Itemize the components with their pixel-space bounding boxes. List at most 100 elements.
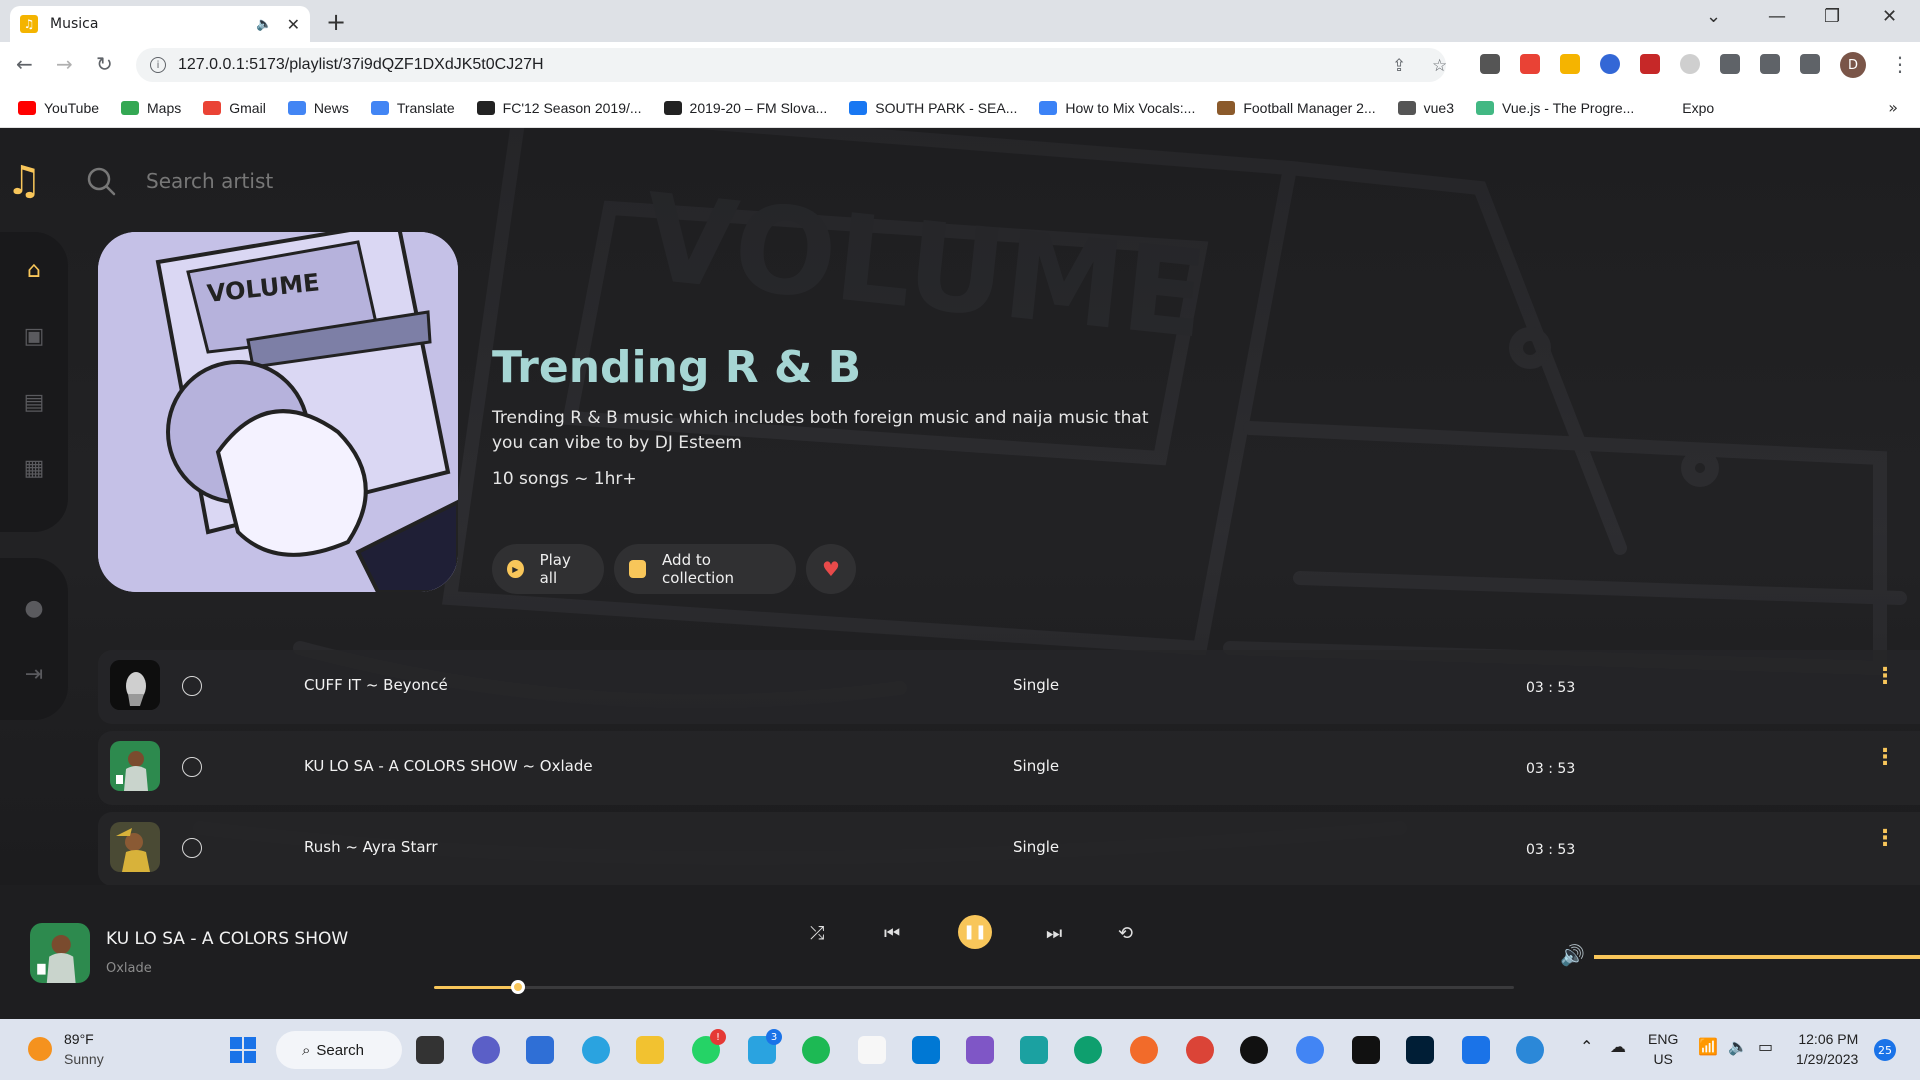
browser-menu-icon[interactable]: ⋮ xyxy=(1890,52,1910,76)
minimize-icon[interactable]: — xyxy=(1768,6,1786,27)
radio-icon[interactable]: ▤ xyxy=(20,388,48,416)
share-icon[interactable]: ⇪ xyxy=(1392,56,1406,76)
volume-slider[interactable] xyxy=(1594,955,1920,959)
photoshop-icon[interactable] xyxy=(1406,1036,1434,1064)
add-to-collection-button[interactable]: Add to collection xyxy=(614,544,796,594)
musica-logo-icon[interactable]: ♫ xyxy=(6,158,42,204)
bookmark-football-manager[interactable]: Football Manager 2... xyxy=(1217,100,1376,116)
eyedropper-extension-icon[interactable] xyxy=(1480,54,1500,74)
terminal-icon[interactable] xyxy=(1352,1036,1380,1064)
address-bar[interactable]: i 127.0.0.1:5173/playlist/37i9dQZF1DXdJK… xyxy=(136,48,1446,82)
bookmark-fm-slova[interactable]: 2019-20 – FM Slova... xyxy=(663,100,827,116)
bookmarks-overflow-icon[interactable]: » xyxy=(1888,98,1898,117)
teams-chat-icon[interactable] xyxy=(472,1036,500,1064)
bookmark-expo[interactable]: Expo xyxy=(1656,100,1714,116)
like-track-icon[interactable] xyxy=(182,757,202,777)
shuffle-icon[interactable]: ⤮ xyxy=(810,923,824,944)
repeat-icon[interactable]: ⟲ xyxy=(1118,923,1133,944)
logout-icon[interactable]: ⇥ xyxy=(20,660,48,688)
restore-icon[interactable]: ❐ xyxy=(1824,6,1840,27)
bookmark-vue3[interactable]: vue3 xyxy=(1397,100,1454,116)
bookmark-news[interactable]: News xyxy=(287,100,349,116)
bookmark-fc12[interactable]: FC'12 Season 2019/... xyxy=(476,100,642,116)
vpn-extension-icon[interactable] xyxy=(1600,54,1620,74)
browser-tab-musica[interactable]: ♫ Musica 🔈 ✕ xyxy=(10,6,310,42)
site-info-icon[interactable]: i xyxy=(150,57,166,73)
profile-icon[interactable]: ● xyxy=(20,594,48,622)
tab-search-chevron-icon[interactable]: ⌄ xyxy=(1706,6,1721,27)
taskbar-search-button[interactable]: ⌕ Search xyxy=(276,1031,402,1069)
chrome-icon[interactable] xyxy=(1186,1036,1214,1064)
side-panel-icon[interactable] xyxy=(1800,54,1820,74)
new-tab-icon[interactable]: + xyxy=(326,8,346,36)
sunny-weather-icon[interactable] xyxy=(28,1037,52,1061)
playback-progress-handle[interactable] xyxy=(511,980,525,994)
reload-icon[interactable]: ↻ xyxy=(96,52,113,76)
vscode-icon[interactable] xyxy=(912,1036,940,1064)
tab-audio-icon[interactable]: 🔈 xyxy=(256,17,272,32)
track-row[interactable]: KU LO SA - A COLORS SHOW ~ Oxlade Single… xyxy=(98,731,1920,805)
track-row[interactable]: Rush ~ Ayra Starr Single 03 : 53 ⋮ xyxy=(98,812,1920,886)
play-all-button[interactable]: ▶ Play all xyxy=(492,544,604,594)
battery-icon[interactable]: ▭ xyxy=(1758,1037,1773,1056)
media-control-icon[interactable] xyxy=(1760,54,1780,74)
videos-icon[interactable]: ▦ xyxy=(20,454,48,482)
visual-studio-icon[interactable] xyxy=(966,1036,994,1064)
itunes-icon[interactable] xyxy=(858,1036,886,1064)
file-explorer-icon[interactable] xyxy=(636,1036,664,1064)
telegram-desktop-icon[interactable] xyxy=(582,1036,610,1064)
input-language-indicator[interactable]: ENG US xyxy=(1648,1029,1678,1069)
task-view-icon[interactable] xyxy=(416,1036,444,1064)
postman-icon[interactable] xyxy=(1130,1036,1158,1064)
bookmark-youtube[interactable]: YouTube xyxy=(18,100,99,116)
weather-condition[interactable]: Sunny xyxy=(64,1051,104,1067)
bookmark-vuejs[interactable]: Vue.js - The Progre... xyxy=(1476,100,1634,116)
spotify-icon[interactable] xyxy=(802,1036,830,1064)
url-text[interactable]: 127.0.0.1:5173/playlist/37i9dQZF1DXdJK5t… xyxy=(178,56,544,74)
extension-icon[interactable] xyxy=(1560,54,1580,74)
show-hidden-icons-icon[interactable]: ⌃ xyxy=(1580,1037,1593,1056)
like-track-icon[interactable] xyxy=(182,676,202,696)
bookmark-mix-vocals[interactable]: How to Mix Vocals:... xyxy=(1039,100,1195,116)
chrome-profile-icon[interactable] xyxy=(1296,1036,1324,1064)
like-track-icon[interactable] xyxy=(182,838,202,858)
bookmark-star-icon[interactable]: ☆ xyxy=(1432,56,1447,76)
forward-icon[interactable]: → xyxy=(56,52,73,76)
weather-temperature[interactable]: 89°F xyxy=(64,1031,94,1047)
track-more-options-icon[interactable]: ⋮ xyxy=(1874,828,1896,850)
notification-center-badge[interactable]: 25 xyxy=(1874,1039,1896,1061)
track-more-options-icon[interactable]: ⋮ xyxy=(1874,666,1896,688)
speaker-icon[interactable]: 🔈 xyxy=(1728,1037,1748,1056)
extension-icon-2[interactable] xyxy=(1680,54,1700,74)
track-more-options-icon[interactable]: ⋮ xyxy=(1874,747,1896,769)
close-window-icon[interactable]: ✕ xyxy=(1882,6,1897,27)
notepad-icon[interactable] xyxy=(1462,1036,1490,1064)
pause-button[interactable]: ❚❚ xyxy=(958,915,992,949)
globe-app-icon[interactable] xyxy=(1516,1036,1544,1064)
next-track-icon[interactable]: ⏭ xyxy=(1046,923,1062,944)
bookmark-maps[interactable]: Maps xyxy=(121,100,181,116)
volume-icon[interactable]: 🔊 xyxy=(1560,943,1585,967)
bookmark-translate[interactable]: Translate xyxy=(370,100,455,116)
like-playlist-button[interactable]: ♥ xyxy=(806,544,856,594)
home-icon[interactable]: ⌂ xyxy=(20,256,48,284)
bookmark-south-park[interactable]: SOUTH PARK - SEA... xyxy=(849,100,1017,116)
color-extension-icon[interactable] xyxy=(1520,54,1540,74)
profile-avatar[interactable]: D xyxy=(1840,52,1866,78)
microsoft-store-icon[interactable] xyxy=(526,1036,554,1064)
close-tab-icon[interactable]: ✕ xyxy=(287,15,300,34)
system-clock[interactable]: 12:06 PM 1/29/2023 xyxy=(1796,1029,1858,1069)
record-extension-icon[interactable] xyxy=(1640,54,1660,74)
vscode-insiders-icon[interactable] xyxy=(1020,1036,1048,1064)
previous-track-icon[interactable]: ⏮ xyxy=(884,923,900,944)
bookmark-gmail[interactable]: Gmail xyxy=(203,100,266,116)
playback-progress-bar[interactable] xyxy=(434,980,1514,994)
start-button-icon[interactable] xyxy=(230,1037,256,1063)
back-icon[interactable]: ← xyxy=(16,52,33,76)
app-21-icon[interactable] xyxy=(1240,1036,1268,1064)
extensions-puzzle-icon[interactable] xyxy=(1720,54,1740,74)
track-row[interactable]: CUFF IT ~ Beyoncé Single 03 : 53 ⋮ xyxy=(98,650,1920,724)
onedrive-icon[interactable]: ☁ xyxy=(1610,1037,1626,1056)
search-artist-input[interactable] xyxy=(146,163,546,199)
mongodb-compass-icon[interactable] xyxy=(1074,1036,1102,1064)
